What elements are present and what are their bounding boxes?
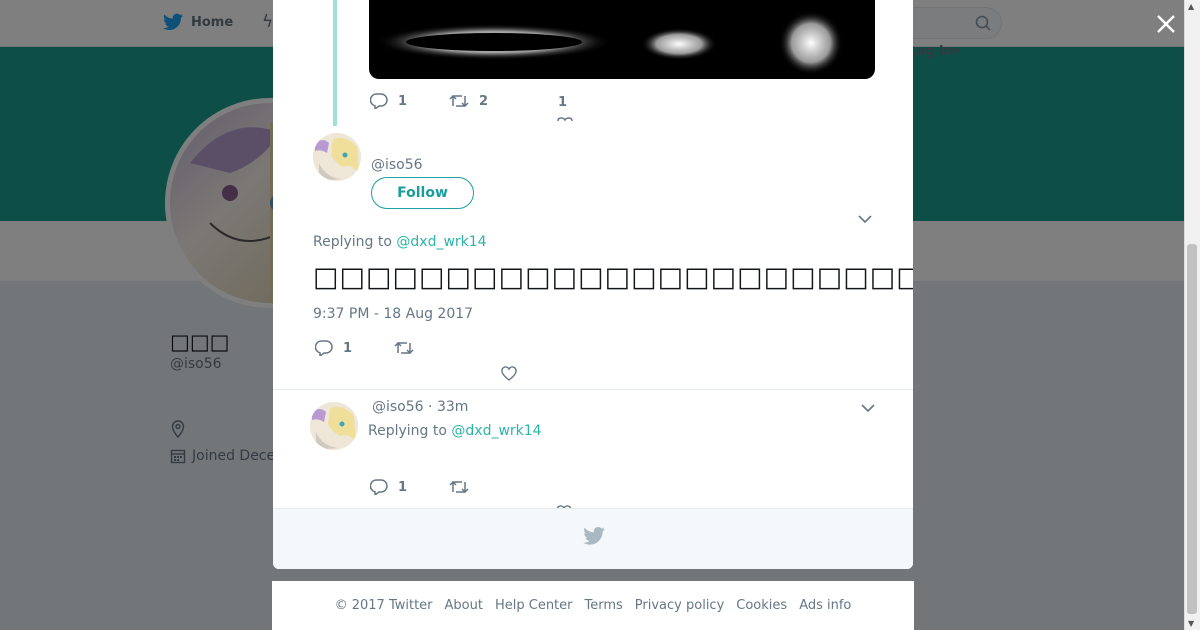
thread-connector — [333, 0, 337, 126]
tweet-text: □□□□□□□□□□□□□□□□□□□□□□□□□□□□□□□□□ — [313, 262, 913, 293]
follow-button[interactable]: Follow — [371, 177, 474, 209]
replying-prefix: Replying to — [368, 423, 447, 439]
avatar-illustration — [313, 133, 361, 181]
parent-retweet-button[interactable]: 2 — [449, 93, 488, 109]
retweet-icon — [449, 480, 469, 494]
replying-prefix: Replying to — [313, 234, 392, 250]
heart-icon[interactable] — [500, 365, 518, 381]
footer-link-terms[interactable]: Terms — [585, 598, 623, 613]
scroll-down-arrow-icon[interactable]: ▼ — [1188, 619, 1194, 628]
divider — [273, 389, 913, 390]
twitter-bird-icon — [583, 527, 605, 545]
reply-count: 1 — [343, 340, 353, 356]
page-footer: © 2017 Twitter About Help Center Terms P… — [272, 581, 914, 630]
reply-icon — [370, 93, 388, 109]
scrollbar[interactable]: ▲ ▼ — [1184, 0, 1200, 630]
tweet-modal: 1 2 1 @iso56 Follow Replying to @dxd_wrk… — [273, 0, 913, 569]
parent-reply-button[interactable]: 1 — [370, 93, 407, 109]
tweet-media-image[interactable] — [369, 0, 875, 79]
chevron-down-icon[interactable] — [858, 214, 872, 224]
footer-link-privacy[interactable]: Privacy policy — [635, 598, 724, 613]
modal-footer — [273, 508, 913, 569]
footer-link-help-center[interactable]: Help Center — [495, 598, 573, 613]
avatar[interactable] — [313, 133, 361, 181]
close-button[interactable] — [1154, 12, 1178, 36]
replying-to-link[interactable]: @dxd_wrk14 — [451, 423, 541, 439]
reply-button[interactable]: 1 — [370, 479, 407, 495]
retweet-icon — [394, 341, 414, 355]
avatar-illustration — [310, 402, 358, 450]
chevron-down-icon[interactable] — [861, 403, 875, 413]
scroll-up-arrow-icon[interactable]: ▲ — [1188, 2, 1194, 11]
replying-to: Replying to @dxd_wrk14 — [368, 423, 542, 439]
reply-author-handle[interactable]: @iso56 — [372, 399, 424, 415]
reply-icon — [315, 340, 333, 356]
parent-reply-count: 1 — [398, 93, 408, 109]
footer-link-cookies[interactable]: Cookies — [736, 598, 787, 613]
reply-time[interactable]: 33m — [437, 399, 468, 415]
reply-button[interactable]: 1 — [315, 340, 352, 356]
replying-to-link[interactable]: @dxd_wrk14 — [396, 234, 486, 250]
reply-author-meta: @iso56 · 33m — [372, 399, 468, 415]
parent-like-count: 1 — [558, 95, 568, 110]
tweet-timestamp[interactable]: 9:37 PM - 18 Aug 2017 — [313, 306, 473, 322]
heart-icon[interactable] — [557, 117, 573, 122]
footer-link-ads-info[interactable]: Ads info — [799, 598, 851, 613]
tweet-author-handle[interactable]: @iso56 — [371, 157, 423, 173]
avatar[interactable] — [310, 402, 358, 450]
meta-separator: · — [428, 399, 433, 415]
copyright: © 2017 Twitter — [334, 598, 433, 613]
scroll-thumb[interactable] — [1187, 244, 1197, 614]
retweet-button[interactable] — [449, 479, 469, 495]
close-icon — [1157, 15, 1175, 33]
retweet-button[interactable] — [394, 340, 414, 356]
parent-retweet-count: 2 — [479, 93, 489, 109]
media-graphic — [376, 11, 843, 75]
reply-icon — [370, 479, 388, 495]
footer-link-about[interactable]: About — [445, 598, 483, 613]
reply-count: 1 — [398, 479, 408, 495]
replying-to: Replying to @dxd_wrk14 — [313, 234, 487, 250]
retweet-icon — [449, 94, 469, 108]
